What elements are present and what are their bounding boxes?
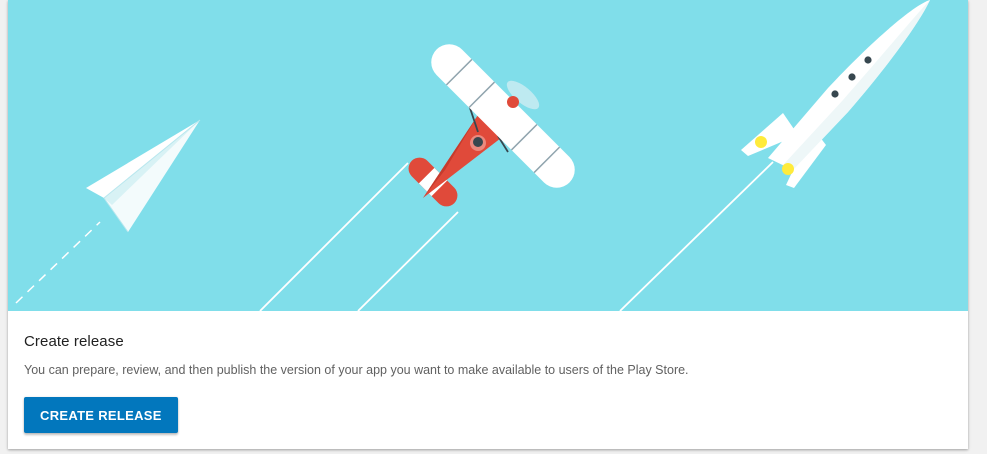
paper-plane-trail — [15, 221, 101, 304]
create-release-card: Create release You can prepare, review, … — [8, 0, 968, 449]
paper-plane-icon — [86, 119, 201, 233]
hero-svg — [15, 0, 930, 311]
biplane-trail-2 — [357, 211, 459, 311]
hero-illustration — [8, 0, 968, 311]
card-title: Create release — [24, 333, 124, 350]
card-description: You can prepare, review, and then publis… — [24, 363, 689, 377]
create-release-button[interactable]: CREATE RELEASE — [24, 397, 178, 433]
rocket-trail — [619, 161, 774, 311]
rocket-icon — [741, 0, 930, 188]
biplane-icon — [408, 44, 575, 207]
biplane-trail-1 — [259, 162, 409, 311]
